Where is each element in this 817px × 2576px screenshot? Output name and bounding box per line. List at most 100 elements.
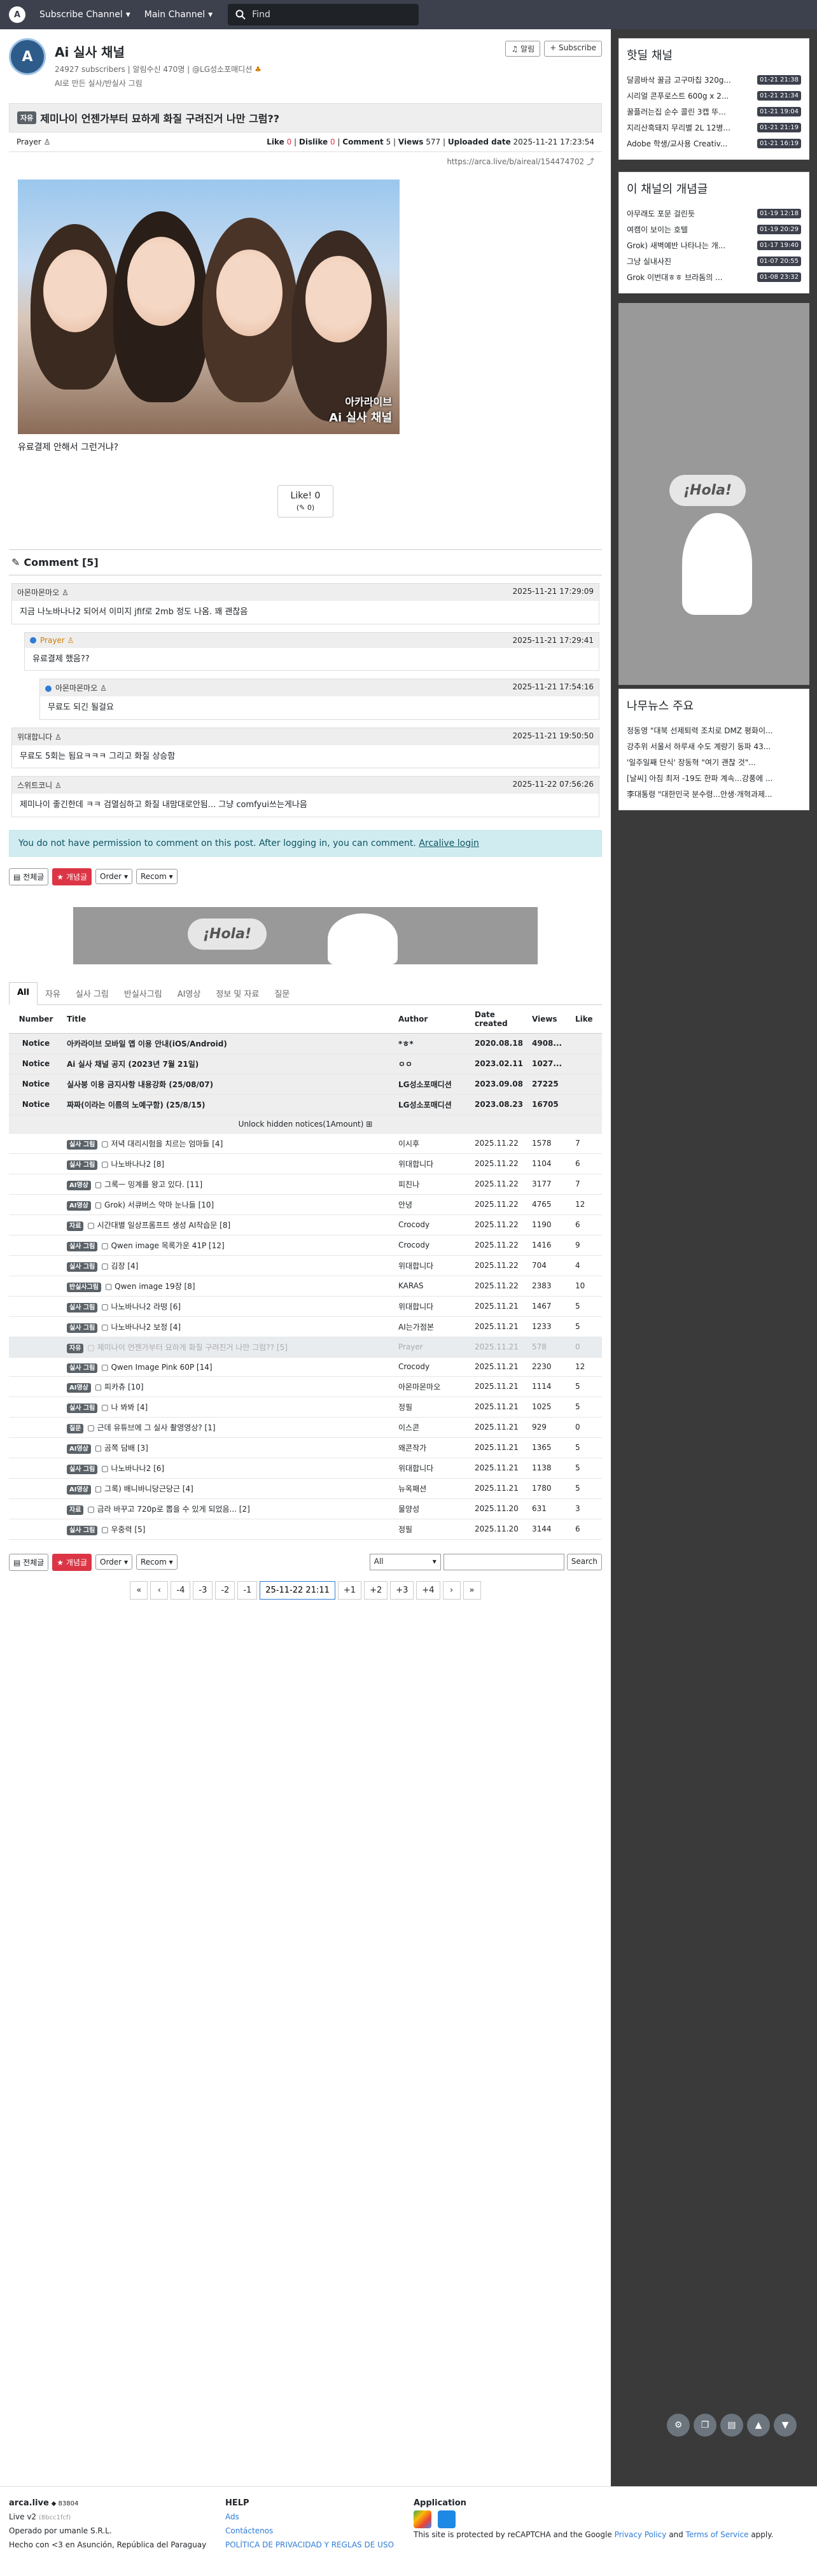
list-item[interactable]: '일주일째 단식' 장동혁 "여기 괜찮 것"...	[627, 754, 801, 770]
comment-author[interactable]: 아몬마몬마오 ♙	[17, 587, 69, 598]
notice-row[interactable]: Notice Ai 실사 채널 공지 (2023년 7월 21일) ㅇㅇ 202…	[9, 1053, 602, 1074]
list-item[interactable]: 그냥 실내사진 01-07 20:55	[627, 253, 801, 269]
best-posts-button[interactable]: ★ 개념글	[52, 868, 92, 885]
list-item[interactable]: 李대통령 "대한민국 분수령...안생·개혁과제...	[627, 786, 801, 802]
article-image[interactable]: 아카라이브 Ai 실사 채널	[18, 179, 400, 434]
page-button[interactable]: +1	[337, 1580, 362, 1600]
alarm-button[interactable]: ♫ 알림	[505, 41, 541, 57]
recom-select[interactable]: Recom ▾	[136, 869, 178, 884]
table-row[interactable]: 실사 그림 ▢ 나 봐봐 [4] 정필 2025.11.21 1025 5	[9, 1397, 602, 1418]
list-item[interactable]: Grok) 새벽예반 나타나는 개... 01-17 19:40	[627, 237, 801, 253]
table-row[interactable]: 실사 그림 ▢ 나노바나나2 [6] 위대합니다 2025.11.21 1138 …	[9, 1458, 602, 1479]
unlock-notices-row[interactable]: Unlock hidden notices(1Amount) ⊞	[9, 1115, 602, 1134]
table-row[interactable]: AI영상 ▢ 그록) 배니바니당근당근 [4] 뉴옥패션 2025.11.21 1…	[9, 1478, 602, 1499]
list-item[interactable]: 강추위 서울서 하루새 수도 계량기 동파 43...	[627, 738, 801, 754]
table-row[interactable]: 실사 그림 ▢ 나노바나나2 [8] 위대합니다 2025.11.22 1104 …	[9, 1153, 602, 1174]
page-button[interactable]: +4	[416, 1580, 440, 1600]
page-button[interactable]: «	[130, 1580, 148, 1600]
table-row[interactable]: 반실사그림 ▢ Qwen image 19장 [8] KARAS 2025.11.…	[9, 1276, 602, 1297]
channel-title[interactable]: Ai 실사 채널	[55, 42, 262, 60]
list-item[interactable]: 지리산흑돼지 무리별 2L 12병... 01-21 21:19	[627, 120, 801, 136]
list-item[interactable]: 정동영 "대북 선제퇴력 조치로 DMZ 평화이...	[627, 722, 801, 738]
like-button[interactable]: Like! 0 (✎ 0)	[277, 485, 333, 517]
table-row[interactable]: 실사 그림 ▢ 나노바나나2 라떵 [6] 위대합니다 2025.11.21 14…	[9, 1296, 602, 1317]
list-item[interactable]: [날씨] 아침 최저 -19도 한파 계속...강풍에 ...	[627, 770, 801, 786]
privacy-link[interactable]: Privacy Policy	[615, 2530, 667, 2539]
tab-ai-video[interactable]: AI영상	[170, 982, 209, 1004]
side-ad[interactable]: ¡Hola!	[618, 303, 809, 685]
list-item[interactable]: Adobe 학생/교사용 Creativ... 01-21 16:19	[627, 136, 801, 151]
table-row[interactable]: 실사 그림 ▢ Qwen Image Pink 60P [14] Crocody …	[9, 1357, 602, 1377]
notice-row[interactable]: Notice 아카라이브 모바일 앱 이용 안내(iOS/Android) *ㅎ…	[9, 1033, 602, 1054]
order-select[interactable]: Order ▾	[95, 1554, 132, 1570]
list-search-input[interactable]	[443, 1554, 564, 1570]
table-row[interactable]: 질문 ▢ 근데 유튜브에 그 실사 촬영영상? [1] 이스콘 2025.11.2…	[9, 1417, 602, 1438]
list-item[interactable]: 달콤바삭 꿀금 고구마칩 320g... 01-21 21:38	[627, 72, 801, 88]
best-posts-button[interactable]: ★ 개념글	[52, 1553, 92, 1571]
subscribe-channel-dropdown[interactable]: Subscribe Channel ▾	[39, 10, 130, 20]
search-scope-select[interactable]: All ▾	[369, 1554, 441, 1570]
page-button[interactable]: ›	[442, 1580, 461, 1600]
tab-semi-real-pic[interactable]: 반실사그림	[116, 982, 170, 1004]
page-button[interactable]: -1	[237, 1580, 258, 1600]
all-posts-button[interactable]: ▤ 전체글	[9, 868, 49, 885]
tab-info[interactable]: 정보 및 자료	[208, 982, 267, 1004]
page-button[interactable]: -3	[193, 1580, 213, 1600]
notice-row[interactable]: Notice 짜짜(이라는 이름의 노예구함) (25/8/15) LG성소포매…	[9, 1094, 602, 1115]
panel-title[interactable]: 나무뉴스 주요	[627, 697, 801, 714]
comment-author[interactable]: 아몬마몬마오 ♙	[45, 682, 107, 693]
policy-link[interactable]: POLÍTICA DE PRIVACIDAD Y REGLAS DE USO	[225, 2538, 394, 2552]
table-row[interactable]: 자료 ▢ 금라 바꾸고 720p로 뽑을 수 있게 되었음... [2] 물양성 …	[9, 1498, 602, 1519]
article-url[interactable]: https://arca.live/b/aireal/154474702 ⤴	[9, 152, 602, 171]
order-select[interactable]: Order ▾	[95, 869, 132, 884]
scroll-up-icon[interactable]: ▲	[747, 2414, 770, 2437]
category-badge[interactable]: 자유	[17, 111, 37, 124]
table-row[interactable]: AI영상 ▢ Grok) 서큐버스 악마 눈나들 [10] 안녕 2025.11.…	[9, 1194, 602, 1215]
arca-logo[interactable]: A	[9, 6, 25, 23]
list-item[interactable]: 아무래도 포문 걸린듯 01-19 12:18	[627, 206, 801, 222]
google-play-icon[interactable]	[414, 2510, 431, 2529]
tab-real-pic[interactable]: 실사 그림	[68, 982, 116, 1004]
search-input[interactable]: Find	[228, 4, 419, 25]
contact-link[interactable]: Contáctenos	[225, 2524, 394, 2538]
list-icon[interactable]: ▤	[720, 2414, 743, 2437]
page-button[interactable]: 25-11-22 21:11	[260, 1580, 335, 1600]
list-item[interactable]: 시리얼 콘푸로스트 600g x 2... 01-21 21:34	[627, 88, 801, 104]
subscribe-button[interactable]: + Subscribe	[544, 41, 602, 57]
panel-title[interactable]: 이 채널의 개념글	[627, 180, 801, 197]
list-item[interactable]: 여캠이 보이는 호텔 01-19 20:29	[627, 222, 801, 237]
page-button[interactable]: »	[463, 1580, 481, 1600]
tab-question[interactable]: 질문	[267, 982, 297, 1004]
table-row[interactable]: 자료 ▢ 시간대별 일상프롬프트 생성 AI작습문 [8] Crocody 202…	[9, 1214, 602, 1235]
page-button[interactable]: -4	[171, 1580, 191, 1600]
search-button[interactable]: Search	[566, 1554, 602, 1570]
table-row[interactable]: AI영상 ▢ 곰쪽 담배 [3] 왜콘작가 2025.11.21 1365 5	[9, 1437, 602, 1458]
comment-author[interactable]: Prayer ♙	[30, 636, 74, 645]
notice-row[interactable]: Notice 실사붕 이용 금지사항 내용강화 (25/08/07) LG성소포…	[9, 1074, 602, 1095]
terms-link[interactable]: Terms of Service	[686, 2530, 749, 2539]
table-row[interactable]: AI영상 ▢ 그록ㅡ 밍계를 왕고 있다. [11] 피친나 2025.11.22…	[9, 1174, 602, 1195]
ads-link[interactable]: Ads	[225, 2510, 394, 2524]
table-row[interactable]: 실사 그림 ▢ Qwen image 목록가운 41P [12] Crocody …	[9, 1235, 602, 1256]
table-row[interactable]: 실사 그림 ▢ 나노바나나2 보정 [4] AI는가점본 2025.11.21 1…	[9, 1316, 602, 1337]
main-channel-dropdown[interactable]: Main Channel ▾	[144, 10, 213, 20]
table-row[interactable]: 실사 그림 ▢ 김장 [4] 위대합니다 2025.11.22 704 4	[9, 1255, 602, 1276]
tab-free[interactable]: 자유	[38, 982, 68, 1004]
tab-all[interactable]: All	[9, 982, 38, 1005]
copy-icon[interactable]: ❐	[694, 2414, 716, 2437]
table-row[interactable]: 자유 ▢ 제미나이 언젠가부터 묘하게 화질 구려진거 나만 그럼?? [5] P…	[9, 1337, 602, 1358]
channel-logo[interactable]: A	[9, 38, 46, 75]
page-button[interactable]: +2	[364, 1580, 388, 1600]
comment-author[interactable]: 스위트코니 ♙	[17, 780, 62, 791]
list-item[interactable]: 꿀플러는집 순수 콜린 3캡 뚜... 01-21 19:04	[627, 104, 801, 120]
recom-select[interactable]: Recom ▾	[136, 1554, 178, 1570]
ad-banner[interactable]: ¡Hola!	[73, 906, 538, 964]
list-item[interactable]: Grok 이번대ㅎㅎ 브라돔의 ... 01-08 23:32	[627, 269, 801, 285]
scroll-down-icon[interactable]: ▼	[774, 2414, 797, 2437]
all-posts-button[interactable]: ▤ 전체글	[9, 1553, 49, 1571]
table-row[interactable]: 실사 그림 ▢ 우중력 [5] 정필 2025.11.20 3144 6	[9, 1519, 602, 1540]
app-store-icon[interactable]	[437, 2510, 456, 2529]
article-author[interactable]: Prayer ♙	[17, 137, 50, 146]
panel-title[interactable]: 핫딜 채널	[627, 46, 801, 63]
gear-icon[interactable]: ⚙	[667, 2414, 690, 2437]
